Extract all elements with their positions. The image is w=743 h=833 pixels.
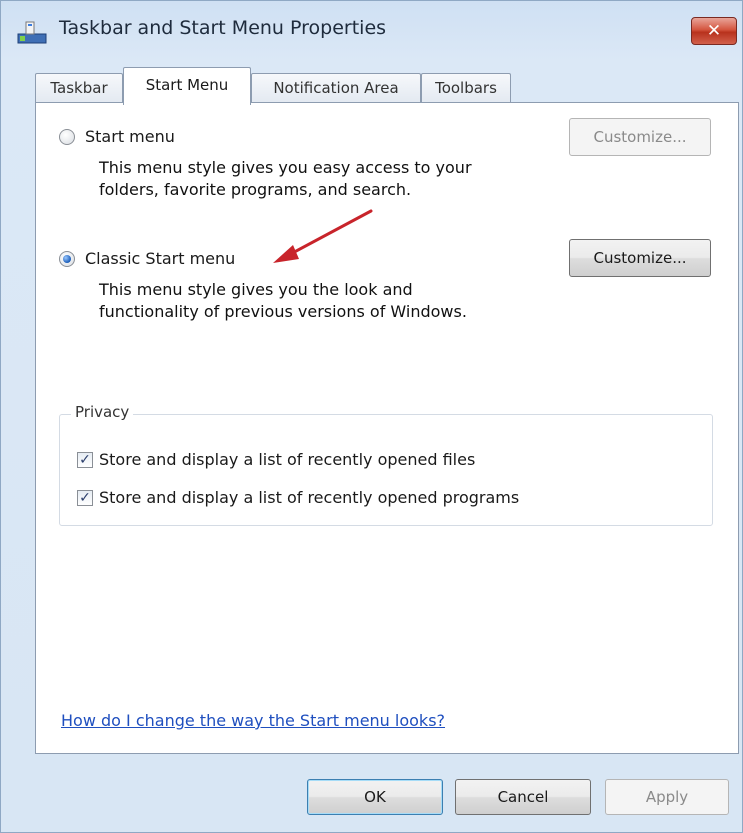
recent-programs-checkbox[interactable]: ✓ xyxy=(77,490,93,506)
classic-description-line2: functionality of previous versions of Wi… xyxy=(99,302,467,321)
start-menu-description: This menu style gives you easy access to… xyxy=(99,157,472,201)
classic-start-menu-description: This menu style gives you the look and f… xyxy=(99,279,467,323)
recent-files-label[interactable]: Store and display a list of recently ope… xyxy=(99,450,475,469)
start-menu-label[interactable]: Start menu xyxy=(85,127,175,146)
tab-notification-area[interactable]: Notification Area xyxy=(251,73,421,103)
cancel-button[interactable]: Cancel xyxy=(455,779,591,815)
title-bar[interactable]: Taskbar and Start Menu Properties ✕ xyxy=(1,1,742,57)
close-button[interactable]: ✕ xyxy=(691,17,737,45)
tab-toolbars[interactable]: Toolbars xyxy=(421,73,511,103)
start-menu-description-line1: This menu style gives you easy access to… xyxy=(99,158,472,177)
classic-description-line1: This menu style gives you the look and xyxy=(99,280,413,299)
annotation-arrow-icon xyxy=(273,209,373,263)
classic-customize-button[interactable]: Customize... xyxy=(569,239,711,277)
ok-button[interactable]: OK xyxy=(307,779,443,815)
privacy-legend: Privacy xyxy=(71,403,134,421)
tab-taskbar[interactable]: Taskbar xyxy=(35,73,123,103)
start-menu-customize-button[interactable]: Customize... xyxy=(569,118,711,156)
tab-start-menu[interactable]: Start Menu xyxy=(123,67,251,105)
recent-files-checkbox[interactable]: ✓ xyxy=(77,452,93,468)
classic-start-menu-label[interactable]: Classic Start menu xyxy=(85,249,235,268)
recent-programs-label[interactable]: Store and display a list of recently ope… xyxy=(99,488,519,507)
apply-button[interactable]: Apply xyxy=(605,779,729,815)
privacy-group xyxy=(59,414,713,526)
help-link[interactable]: How do I change the way the Start menu l… xyxy=(61,711,445,730)
start-menu-radio[interactable] xyxy=(59,129,75,145)
window-title: Taskbar and Start Menu Properties xyxy=(59,17,387,39)
properties-window: Taskbar and Start Menu Properties ✕ Task… xyxy=(0,0,743,833)
classic-start-menu-radio[interactable] xyxy=(59,251,75,267)
start-menu-description-line2: folders, favorite programs, and search. xyxy=(99,180,412,199)
taskbar-app-icon xyxy=(17,21,47,44)
